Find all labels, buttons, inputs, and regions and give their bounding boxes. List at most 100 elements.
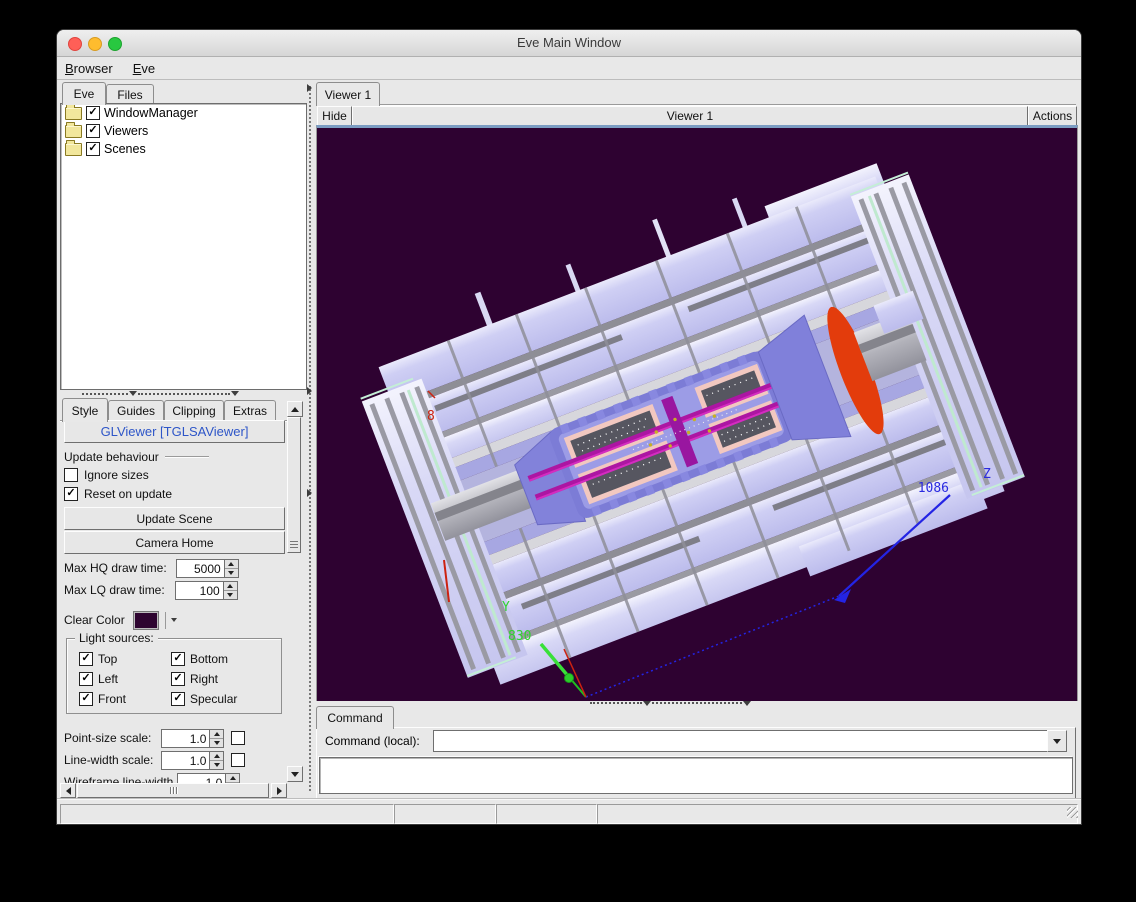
viewer-title-bar[interactable]: Viewer 1 (352, 106, 1028, 126)
wireframe-value[interactable]: 1.0 (177, 773, 225, 784)
menubar: Browser Eve (57, 57, 1081, 80)
line-width-spinner[interactable]: 1.0 (161, 751, 224, 770)
spin-up-button[interactable] (224, 582, 237, 591)
camera-home-button[interactable]: Camera Home (64, 531, 285, 554)
spin-down-button[interactable] (225, 569, 238, 577)
command-combobox[interactable] (433, 730, 1067, 752)
point-size-row: Point-size scale: 1.0 (64, 728, 245, 748)
left-horizontal-splitter[interactable] (82, 389, 282, 398)
update-scene-button[interactable]: Update Scene (64, 507, 285, 530)
command-input[interactable] (434, 731, 1047, 751)
actions-button[interactable]: Actions (1028, 106, 1077, 126)
titlebar[interactable]: Eve Main Window (57, 30, 1081, 57)
gl-scene: 1086 Z Y 830 8 (317, 128, 1077, 698)
tree-item-label: WindowManager (104, 106, 198, 120)
spin-down-button[interactable] (210, 739, 223, 747)
update-behaviour-label: Update behaviour (64, 447, 209, 467)
max-hq-spinner[interactable]: 5000 (176, 559, 239, 578)
light-left[interactable]: Left (79, 669, 171, 689)
light-right[interactable]: Right (171, 669, 281, 689)
tree-checkbox[interactable] (86, 106, 100, 120)
tab-files[interactable]: Files (106, 84, 154, 105)
light-top[interactable]: Top (79, 649, 171, 669)
status-cell (496, 804, 597, 824)
reset-on-update-checkbox[interactable] (64, 487, 78, 501)
ignore-sizes-checkbox-row[interactable]: Ignore sizes (64, 465, 149, 485)
minimize-window-button[interactable] (88, 37, 102, 51)
line-width-value[interactable]: 1.0 (161, 751, 209, 770)
x-axis-tick-clipped: 8 (427, 409, 435, 424)
spin-up-button[interactable] (225, 560, 238, 569)
y-axis-label: Y (502, 600, 510, 615)
light-front[interactable]: Front (79, 689, 171, 709)
tree-item-scenes[interactable]: Scenes (61, 140, 306, 158)
tab-command[interactable]: Command (316, 706, 394, 729)
menu-eve[interactable]: Eve (133, 61, 155, 76)
spin-down-button[interactable] (210, 761, 223, 769)
light-specular[interactable]: Specular (171, 689, 281, 709)
chevron-down-icon (1053, 739, 1061, 744)
scroll-left-button[interactable] (60, 783, 76, 798)
splitter-dots (309, 86, 311, 791)
tree-checkbox[interactable] (86, 142, 100, 156)
glviewer-header-button[interactable]: GLViewer [TGLSAViewer] (64, 420, 285, 443)
wireframe-spinner[interactable]: 1.0 (177, 773, 240, 784)
menu-browser[interactable]: Browser (65, 61, 113, 76)
status-cell (60, 804, 394, 824)
style-panel-hscrollbar[interactable] (60, 783, 284, 797)
resize-grip[interactable] (1067, 807, 1078, 818)
panel-vertical-splitter[interactable] (304, 80, 316, 797)
chevron-right-icon (307, 387, 312, 395)
style-panel-vscrollbar[interactable] (287, 401, 301, 780)
zoom-window-button[interactable] (108, 37, 122, 51)
folder-icon (65, 107, 82, 120)
z-axis-label: Z (983, 467, 991, 482)
spin-up-button[interactable] (210, 730, 223, 739)
max-lq-spinner[interactable]: 100 (175, 581, 238, 600)
scroll-up-button[interactable] (287, 401, 303, 417)
gl-viewport[interactable]: 1086 Z Y 830 8 (316, 125, 1078, 701)
close-window-button[interactable] (68, 37, 82, 51)
status-cell (394, 804, 496, 824)
hscroll-thumb[interactable] (77, 783, 269, 798)
chevron-down-icon (231, 391, 239, 396)
spin-up-button[interactable] (210, 752, 223, 761)
tree-item-windowmanager[interactable]: WindowManager (61, 104, 306, 122)
point-size-link-checkbox[interactable] (231, 731, 245, 745)
hide-button[interactable]: Hide (317, 106, 352, 126)
vscroll-thumb[interactable] (287, 417, 301, 553)
tab-style[interactable]: Style (62, 398, 108, 422)
spin-up-button[interactable] (226, 774, 239, 783)
clear-color-swatch[interactable] (133, 611, 159, 630)
clear-color-dropdown[interactable] (165, 612, 178, 629)
scroll-down-button[interactable] (287, 766, 303, 782)
combobox-dropdown-button[interactable] (1047, 730, 1067, 752)
tab-extras[interactable]: Extras (224, 400, 276, 421)
spin-down-button[interactable] (224, 591, 237, 599)
z-axis-tick: 1086 (918, 481, 949, 496)
splitter-dots (652, 702, 742, 704)
scroll-right-button[interactable] (271, 783, 287, 798)
reset-on-update-checkbox-row[interactable]: Reset on update (64, 484, 172, 504)
y-axis-tick: 830 (508, 629, 531, 644)
point-size-value[interactable]: 1.0 (161, 729, 209, 748)
max-lq-value[interactable]: 100 (175, 581, 223, 600)
tree-item-viewers[interactable]: Viewers (61, 122, 306, 140)
point-size-spinner[interactable]: 1.0 (161, 729, 224, 748)
tab-eve[interactable]: Eve (62, 82, 106, 105)
light-bottom[interactable]: Bottom (171, 649, 281, 669)
tab-guides[interactable]: Guides (108, 400, 164, 421)
line-width-link-checkbox[interactable] (231, 753, 245, 767)
max-hq-value[interactable]: 5000 (176, 559, 224, 578)
command-splitter[interactable] (590, 699, 770, 707)
tab-clipping[interactable]: Clipping (164, 400, 224, 421)
command-output[interactable] (319, 757, 1073, 794)
tree-checkbox[interactable] (86, 124, 100, 138)
light-sources-group: Light sources: Top Bottom Left Right Fro… (66, 638, 282, 714)
folder-icon (65, 143, 82, 156)
light-sources-title: Light sources: (75, 631, 158, 645)
max-hq-row: Max HQ draw time: 5000 (64, 558, 239, 578)
tab-viewer-1[interactable]: Viewer 1 (316, 82, 380, 106)
ignore-sizes-checkbox[interactable] (64, 468, 78, 482)
eve-tree[interactable]: WindowManager Viewers Scenes (60, 103, 307, 390)
